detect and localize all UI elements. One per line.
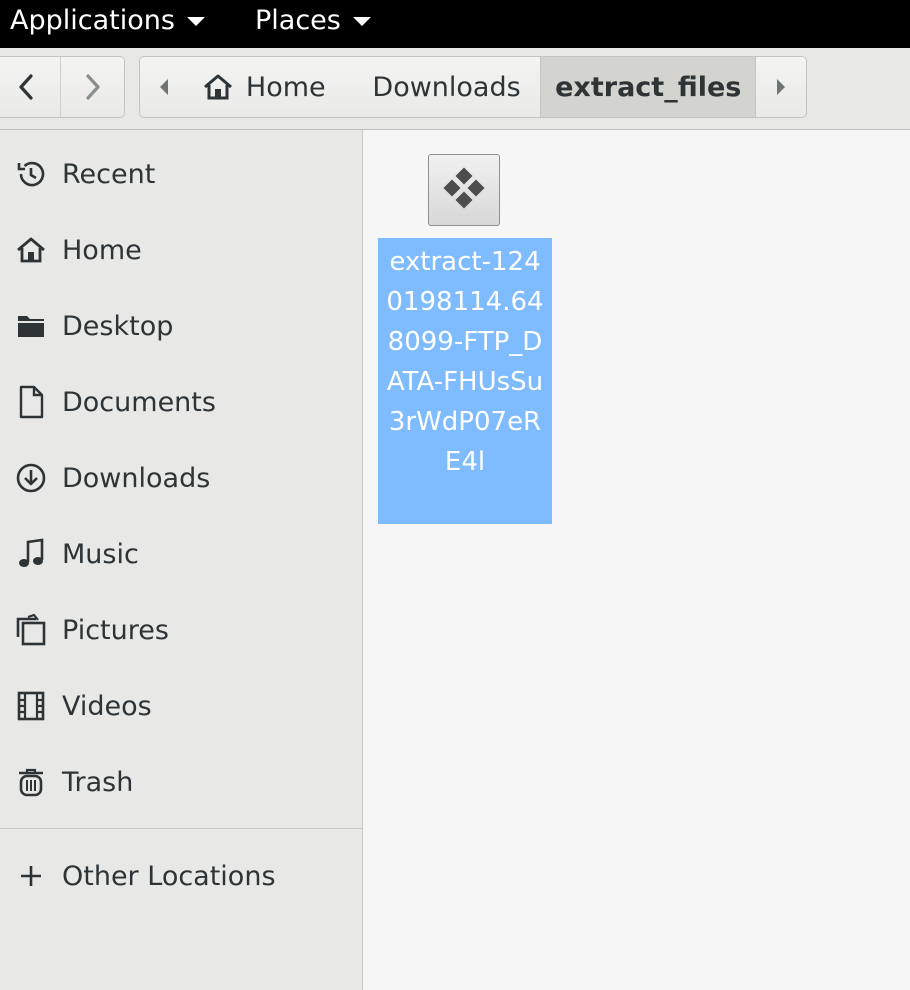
file-name-label[interactable]: extract-1240198114.648099-FTP_DATA-FHUsS… xyxy=(378,238,552,524)
sidebar-item-label: Recent xyxy=(62,158,156,190)
file-view: extract-1240198114.648099-FTP_DATA-FHUsS… xyxy=(364,130,910,990)
sidebar-item-videos[interactable]: Videos xyxy=(0,676,362,736)
sidebar-item-pictures[interactable]: Pictures xyxy=(0,600,362,660)
sidebar-item-home[interactable]: Home xyxy=(0,220,362,280)
applications-menu[interactable]: Applications xyxy=(10,0,205,40)
places-menu[interactable]: Places xyxy=(255,0,371,40)
sidebar-item-downloads[interactable]: Downloads xyxy=(0,448,362,508)
pictures-icon xyxy=(16,613,46,646)
breadcrumb-home-label: Home xyxy=(245,71,326,103)
sidebar-item-trash[interactable]: Trash xyxy=(0,752,362,812)
sidebar-item-desktop[interactable]: Desktop xyxy=(0,296,362,356)
file-icon-tile[interactable] xyxy=(428,154,500,226)
triangle-right-icon xyxy=(777,79,786,95)
header-bar: Home Downloads extract_files xyxy=(0,48,910,130)
sidebar-item-label: Documents xyxy=(62,386,216,418)
path-scroll-right-button[interactable] xyxy=(756,57,806,117)
clock-history-icon xyxy=(17,161,45,187)
dropdown-arrow-icon xyxy=(186,17,205,26)
sidebar-item-documents[interactable]: Documents xyxy=(0,372,362,432)
applications-menu-label: Applications xyxy=(10,4,175,36)
breadcrumb-downloads-label: Downloads xyxy=(372,71,521,103)
places-menu-label: Places xyxy=(255,4,341,36)
sidebar-item-label: Home xyxy=(62,234,142,266)
home-icon xyxy=(17,237,45,263)
dropdown-arrow-icon xyxy=(352,17,371,26)
path-scroll-left-button[interactable] xyxy=(140,57,188,117)
top-panel: Applications Places xyxy=(0,0,910,48)
sidebar-item-label: Downloads xyxy=(62,462,211,494)
breadcrumb-current-label: extract_files xyxy=(555,71,742,103)
breadcrumb-downloads[interactable]: Downloads xyxy=(353,57,541,117)
film-icon xyxy=(17,691,45,721)
sidebar-item-label: Music xyxy=(62,538,139,570)
navigation-buttons xyxy=(0,56,125,118)
triangle-left-icon xyxy=(159,79,168,95)
places-sidebar: Recent Home Desktop Documents Downloads … xyxy=(0,130,363,990)
document-icon xyxy=(19,385,44,419)
path-bar: Home Downloads extract_files xyxy=(139,56,807,118)
trash-icon xyxy=(19,768,43,797)
chevron-left-icon xyxy=(19,74,33,100)
music-note-icon xyxy=(19,538,44,567)
back-button[interactable] xyxy=(0,57,60,117)
sidebar-item-label: Trash xyxy=(62,766,134,798)
sidebar-item-other-locations[interactable]: Other Locations xyxy=(0,846,362,906)
executable-file-icon xyxy=(443,167,485,209)
chevron-right-icon xyxy=(86,74,100,100)
forward-button[interactable] xyxy=(59,57,125,117)
home-icon xyxy=(203,74,232,100)
sidebar-item-music[interactable]: Music xyxy=(0,524,362,584)
sidebar-separator xyxy=(0,828,362,829)
plus-icon xyxy=(21,866,41,886)
folder-icon xyxy=(18,316,44,337)
sidebar-item-label: Videos xyxy=(62,690,152,722)
download-icon xyxy=(16,463,46,493)
breadcrumb-current-folder[interactable]: extract_files xyxy=(540,57,757,117)
sidebar-item-recent[interactable]: Recent xyxy=(0,144,362,204)
breadcrumb-home[interactable]: Home xyxy=(188,57,353,117)
sidebar-item-label: Desktop xyxy=(62,310,174,342)
sidebar-item-label: Other Locations xyxy=(62,860,276,892)
sidebar-item-label: Pictures xyxy=(62,614,169,646)
